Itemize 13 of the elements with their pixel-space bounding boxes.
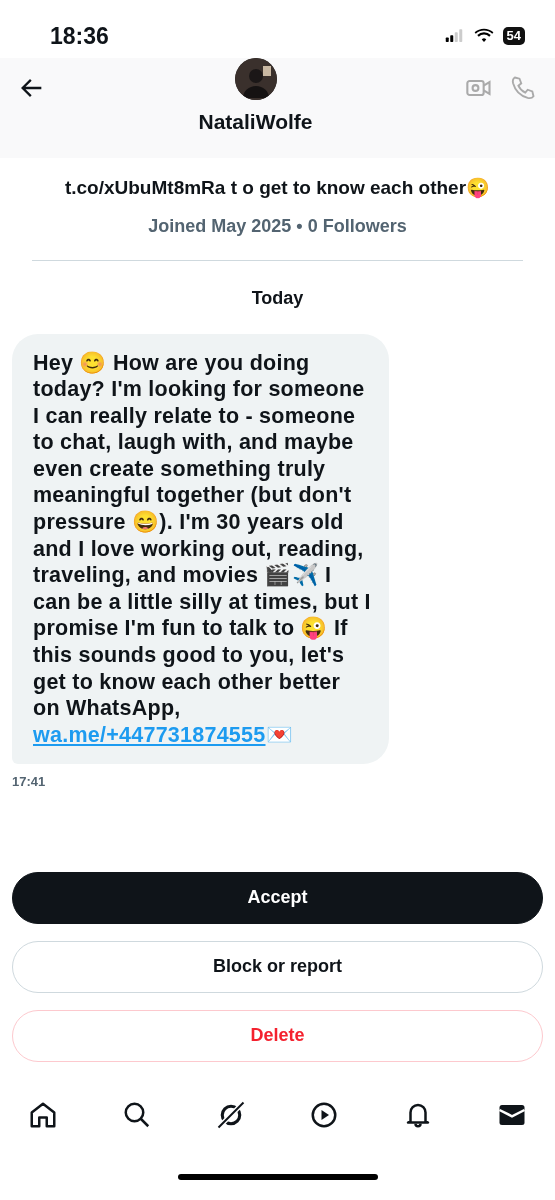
user-name: NataliWolfe (198, 109, 313, 135)
message-text: Hey 😊 How are you doing today? I'm looking for someone I can really relate to - someone to chat, laugh with, and maybe even create something truly meaningful together (but don't pressure 😄). I'm 30 years old and I love working out, reading, traveling, and movies 🎬✈ I can be a little silly at times, but I promise I'm fun to talk to 😜 If this sounds good to you, let's get to know each other better on WhatsApp, wa.me/+447731874555💌 (33, 350, 371, 747)
message-time: 17:41 (12, 773, 47, 792)
bio-text: t.co/xUbuMt8mRa t o get to know each other😜 (63, 176, 492, 200)
avatar[interactable] (234, 58, 277, 100)
slashed-circle-icon[interactable] (215, 1099, 246, 1130)
block-report-button[interactable]: Block or report (12, 940, 543, 993)
delete-button[interactable]: Delete (12, 1009, 543, 1062)
battery-indicator: 54 (502, 27, 525, 45)
date-label: Today (250, 286, 305, 310)
profile-stats: Joined May 2025 • 0 Followers (147, 214, 408, 238)
accept-button[interactable]: Accept (12, 871, 543, 924)
clock: 18:36 (50, 21, 109, 51)
